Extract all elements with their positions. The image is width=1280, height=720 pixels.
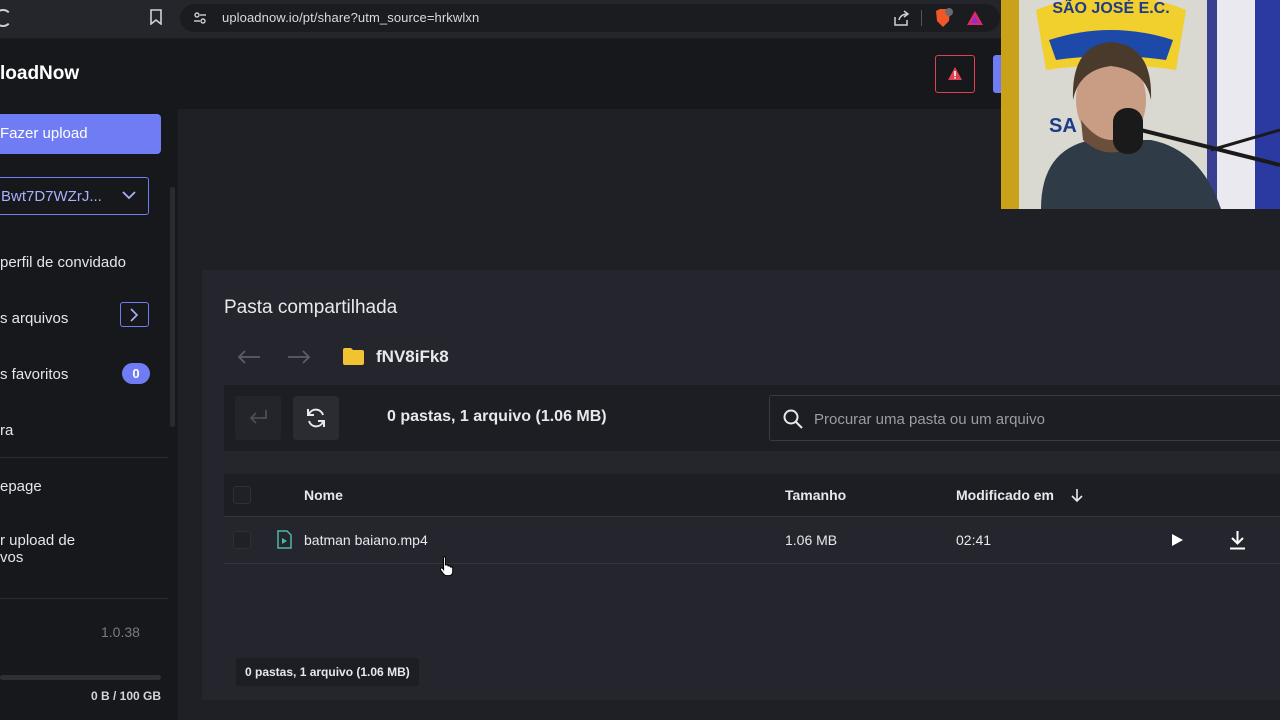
sidebar-item-ra[interactable]: ra xyxy=(0,422,13,439)
sort-descending-icon[interactable] xyxy=(1071,488,1083,503)
storage-usage: 0 B / 100 GB xyxy=(91,689,162,703)
site-settings-icon[interactable] xyxy=(193,11,207,25)
select-all-checkbox[interactable] xyxy=(233,486,251,504)
reload-icon[interactable] xyxy=(0,9,12,27)
hand-cursor-icon xyxy=(439,556,454,577)
banner-text: SÃO JOSÉ E.C. xyxy=(1052,0,1169,17)
table-header xyxy=(224,474,1280,517)
sidebar-divider xyxy=(0,598,168,599)
user-select-dropdown[interactable]: Bwt7D7WZrJ... xyxy=(0,177,149,215)
warning-icon xyxy=(948,67,962,80)
file-modified: 02:41 xyxy=(956,532,992,548)
toolbar-divider xyxy=(921,10,922,26)
sidebar-divider xyxy=(0,457,168,458)
chevron-down-icon xyxy=(122,191,136,200)
search-icon xyxy=(783,409,803,429)
favorites-count-badge: 0 xyxy=(122,363,150,384)
search-box[interactable] xyxy=(769,395,1280,441)
expand-files-button[interactable] xyxy=(120,302,149,327)
sidebar: loadNow Fazer upload Bwt7D7WZrJ... perfi… xyxy=(0,39,178,720)
alert-button[interactable] xyxy=(935,55,975,93)
column-header-size[interactable]: Tamanho xyxy=(785,487,846,503)
storage-progress-bar xyxy=(0,675,161,680)
refresh-icon xyxy=(307,408,325,428)
sidebar-item-upload-label-2: vos xyxy=(0,549,24,566)
refresh-button[interactable] xyxy=(293,396,339,440)
file-size: 1.06 MB xyxy=(785,532,838,548)
row-checkbox[interactable] xyxy=(233,531,251,549)
search-input[interactable] xyxy=(812,404,1256,434)
brave-shields-icon[interactable] xyxy=(932,7,954,29)
folder-summary: 0 pastas, 1 arquivo (1.06 MB) xyxy=(387,408,607,425)
page-title: Pasta compartilhada xyxy=(224,297,398,318)
footer-summary: 0 pastas, 1 arquivo (1.06 MB) xyxy=(236,658,419,686)
column-header-name[interactable]: Nome xyxy=(304,487,343,503)
sidebar-item-upload-files[interactable]: r upload de vos xyxy=(0,532,75,566)
webcam-overlay: SÃO JOSÉ E.C. SA xyxy=(1001,0,1280,209)
return-icon xyxy=(249,410,267,424)
brave-rewards-icon[interactable] xyxy=(966,9,984,27)
header-action-button[interactable] xyxy=(993,55,1001,93)
file-name[interactable]: batman baiano.mp4 xyxy=(304,532,428,548)
folder-name: fNV8iFk8 xyxy=(376,347,449,366)
upload-button[interactable]: Fazer upload xyxy=(0,114,161,154)
address-bar[interactable]: uploadnow.io/pt/share?utm_source=hrkwlxn xyxy=(180,4,1000,32)
download-icon[interactable] xyxy=(1229,530,1246,550)
video-file-icon xyxy=(277,530,292,549)
folder-icon xyxy=(343,348,364,365)
sidebar-item-homepage[interactable]: epage xyxy=(0,478,42,495)
arrow-right-icon[interactable] xyxy=(287,348,311,366)
webcam-feed-image: SÃO JOSÉ E.C. SA xyxy=(1001,0,1280,209)
bookmark-icon[interactable] xyxy=(150,9,162,25)
share-icon[interactable] xyxy=(892,9,910,27)
column-header-modified[interactable]: Modificado em xyxy=(956,487,1054,503)
app-version: 1.0.38 xyxy=(101,624,140,640)
sidebar-scrollbar[interactable] xyxy=(170,187,175,427)
sidebar-item-guest-profile[interactable]: perfil de convidado xyxy=(0,254,126,271)
app-logo[interactable]: loadNow xyxy=(0,63,79,85)
sidebar-item-files[interactable]: s arquivos xyxy=(0,310,68,327)
user-select-value: Bwt7D7WZrJ... xyxy=(1,188,102,205)
sidebar-item-favorites[interactable]: s favoritos xyxy=(0,366,68,383)
parent-folder-button[interactable] xyxy=(235,396,281,440)
chevron-right-icon xyxy=(130,308,139,322)
url-text[interactable]: uploadnow.io/pt/share?utm_source=hrkwlxn xyxy=(222,10,479,25)
sidebar-item-upload-label-1: r upload de xyxy=(0,532,76,549)
shirt-text: SA xyxy=(1049,115,1077,137)
play-icon[interactable] xyxy=(1171,533,1184,547)
arrow-left-icon[interactable] xyxy=(237,348,261,366)
